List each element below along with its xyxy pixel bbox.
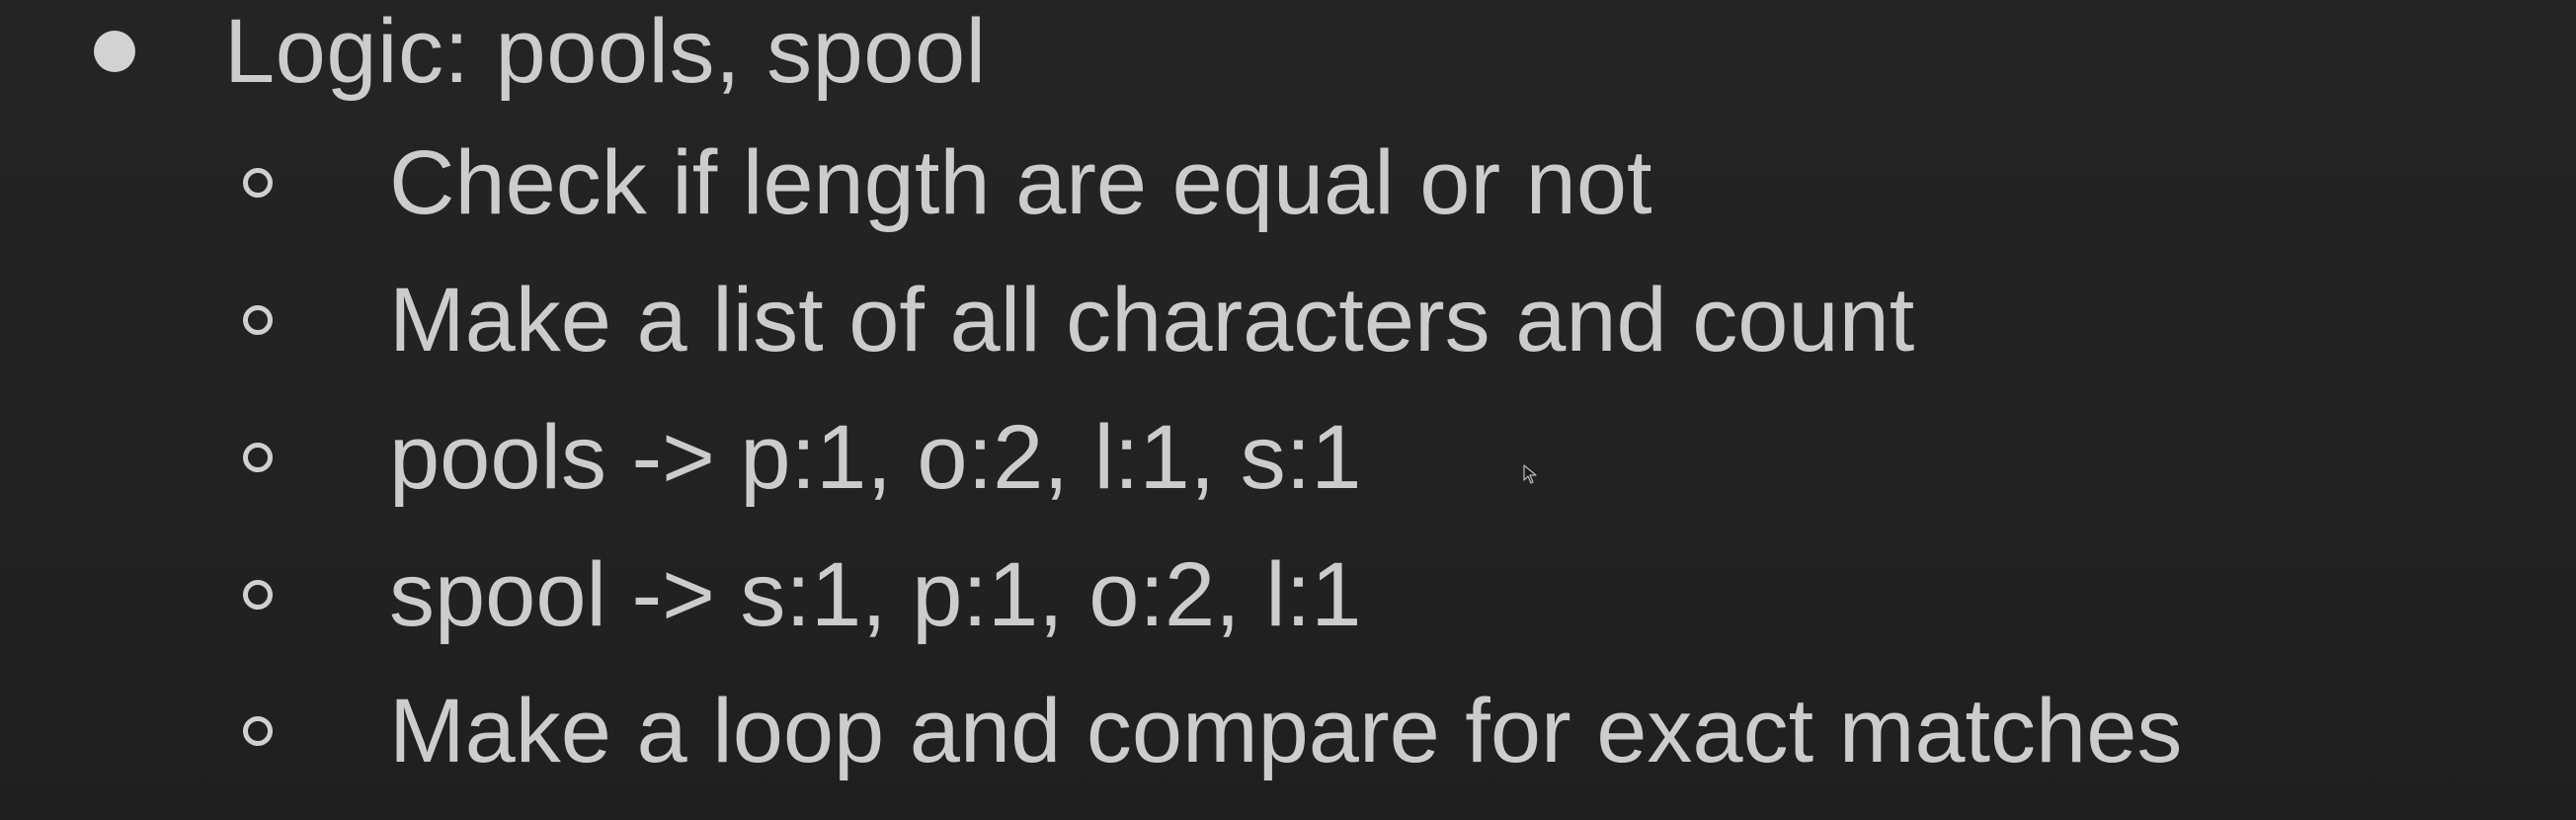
hollow-circle-bullet-icon (243, 716, 273, 746)
sub-bullet-item: spool -> s:1, p:1, o:2, l:1 (243, 535, 1361, 654)
sub-bullet-item: Make a list of all characters and count (243, 261, 1914, 379)
sub-bullet-text: Make a list of all characters and count (389, 270, 1915, 370)
sub-bullet-text: pools -> p:1, o:2, l:1, s:1 (389, 407, 1362, 508)
main-bullet-text: Logic: pools, spool (224, 1, 987, 102)
sub-bullet-item: Make a loop and compare for exact matche… (243, 672, 2182, 790)
sub-bullet-text: spool -> s:1, p:1, o:2, l:1 (389, 544, 1362, 645)
presentation-slide: Logic: pools, spool Check if length are … (0, 0, 2576, 820)
sub-bullet-item: pools -> p:1, o:2, l:1, s:1 (243, 398, 1361, 517)
main-bullet-item: Logic: pools, spool (94, 2, 987, 101)
hollow-circle-bullet-icon (243, 168, 273, 198)
filled-circle-bullet-icon (94, 31, 135, 72)
sub-bullet-item: Check if length are equal or not (243, 123, 1652, 242)
hollow-circle-bullet-icon (243, 305, 273, 335)
sub-bullet-text: Make a loop and compare for exact matche… (389, 681, 2183, 781)
hollow-circle-bullet-icon (243, 580, 273, 610)
mouse-pointer-icon (1523, 464, 1537, 484)
sub-bullet-text: Check if length are equal or not (389, 132, 1652, 233)
hollow-circle-bullet-icon (243, 443, 273, 472)
